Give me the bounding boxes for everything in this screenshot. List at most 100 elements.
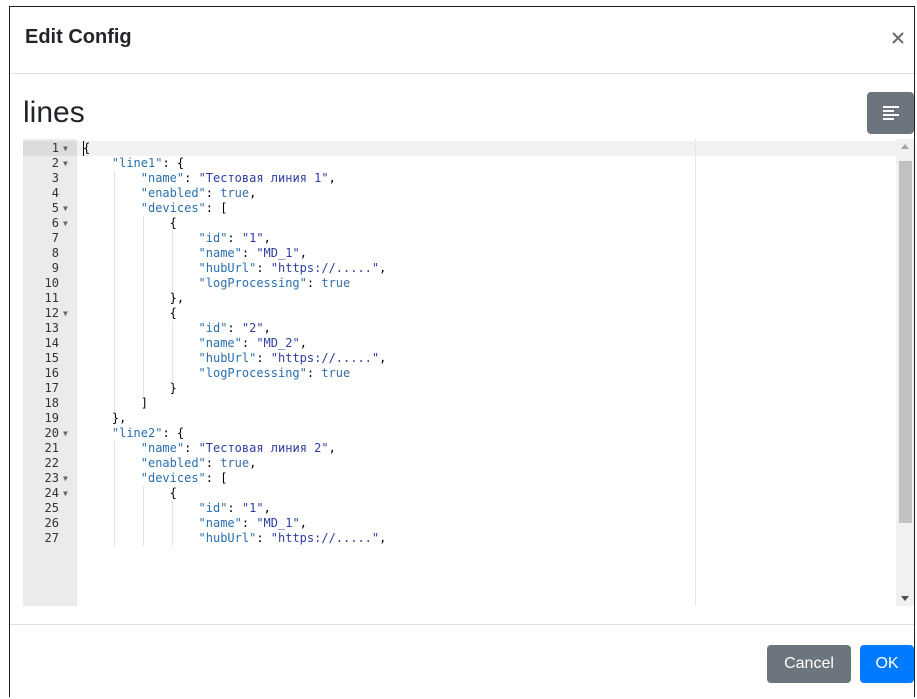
json-punctuation: { [169, 486, 177, 500]
json-boolean: true [321, 276, 351, 290]
json-punctuation: , [299, 336, 307, 350]
line-number-label: 17 [44, 381, 59, 395]
indent-guide [113, 186, 115, 201]
json-punctuation: : [ [205, 471, 228, 485]
line-number: 26 [23, 516, 77, 531]
cancel-button[interactable]: Cancel [767, 645, 851, 683]
editor-scrollbar[interactable] [896, 139, 914, 606]
fold-toggle-icon[interactable]: ▼ [63, 426, 68, 441]
close-icon [892, 32, 904, 44]
json-punctuation: : [205, 186, 221, 200]
indent-guide [142, 306, 144, 321]
json-code-editor[interactable]: 1 ▼{2 ▼ "line1": {3 "name": "Тестовая линия … [23, 139, 914, 606]
close-button[interactable] [886, 23, 910, 53]
indent-guide [142, 291, 144, 306]
code-line: "name": "MD_1", [199, 516, 307, 531]
indent-guide [113, 321, 115, 336]
line-number-label: 9 [51, 261, 59, 275]
indent-guide [113, 441, 115, 456]
line-number-label: 18 [44, 396, 59, 410]
json-string: "1" [241, 231, 264, 245]
json-key: "devices" [140, 471, 206, 485]
json-string: "Тестовая линия 2" [198, 441, 329, 455]
code-line: "name": "MD_1", [199, 246, 307, 261]
print-margin [695, 139, 696, 606]
line-number: 24 ▼ [23, 486, 77, 501]
indent-guide [171, 531, 173, 546]
align-left-icon [882, 106, 899, 120]
scroll-up-icon[interactable] [901, 144, 909, 149]
line-number: 10 [23, 276, 77, 291]
json-string: "MD_1" [256, 246, 300, 260]
indent-guide [142, 366, 144, 381]
scroll-down-icon[interactable] [901, 596, 909, 601]
json-key: "enabled" [140, 456, 206, 470]
line-number: 12 ▼ [23, 306, 77, 321]
indent-guide [171, 516, 173, 531]
line-number: 1 ▼ [23, 141, 77, 156]
line-number-label: 8 [51, 246, 59, 260]
fold-toggle-icon[interactable]: ▼ [63, 216, 68, 231]
indent-guide [142, 246, 144, 261]
json-punctuation: , [299, 516, 307, 530]
code-line: "line2": { [112, 426, 184, 441]
json-punctuation: : [241, 246, 257, 260]
fold-toggle-icon[interactable]: ▼ [63, 486, 68, 501]
json-punctuation: : { [162, 426, 185, 440]
indent-guide [113, 306, 115, 321]
fold-toggle-icon[interactable]: ▼ [63, 156, 68, 171]
indent-guide [142, 276, 144, 291]
json-string: "https://....." [270, 531, 380, 545]
indent-guide [113, 261, 115, 276]
line-number: 27 [23, 531, 77, 546]
json-punctuation: : [ [205, 201, 228, 215]
json-punctuation: : [241, 336, 257, 350]
line-number: 6 ▼ [23, 216, 77, 231]
json-punctuation: , [379, 531, 387, 545]
section-title: lines [23, 96, 85, 129]
line-number: 15 [23, 351, 77, 366]
json-punctuation: : [184, 441, 199, 455]
fold-toggle-icon[interactable]: ▼ [63, 201, 68, 216]
json-key: "line1" [111, 156, 163, 170]
indent-guide [113, 381, 115, 396]
json-punctuation: : [306, 366, 322, 380]
line-number-label: 5 [51, 201, 59, 215]
indent-guide [171, 336, 173, 351]
line-number-label: 25 [44, 501, 59, 515]
json-punctuation: : [205, 456, 221, 470]
indent-guide [171, 246, 173, 261]
code-line: "logProcessing": true [199, 366, 351, 381]
ok-button[interactable]: OK [860, 645, 914, 683]
scrollbar-thumb[interactable] [899, 161, 912, 523]
indent-guide [113, 216, 115, 231]
json-punctuation: , [263, 501, 271, 515]
code-line: "id": "1", [199, 501, 271, 516]
line-number-label: 21 [44, 441, 59, 455]
fold-toggle-icon[interactable]: ▼ [63, 471, 68, 486]
json-punctuation: : [306, 276, 322, 290]
line-number: 9 [23, 261, 77, 276]
json-punctuation: { [169, 306, 177, 320]
indent-guide [113, 201, 115, 216]
code-line: }, [170, 291, 184, 306]
line-number: 25 [23, 501, 77, 516]
json-punctuation: , [263, 231, 271, 245]
json-punctuation: : [184, 171, 199, 185]
json-key: "name" [140, 171, 185, 185]
code-line: { [170, 216, 177, 231]
code-line: "logProcessing": true [199, 276, 351, 291]
code-line: { [170, 306, 177, 321]
line-number: 18 [23, 396, 77, 411]
line-number-label: 10 [44, 276, 59, 290]
format-json-button[interactable] [867, 92, 914, 134]
indent-guide [142, 501, 144, 516]
json-key: "id" [198, 231, 228, 245]
json-key: "hubUrl" [198, 351, 257, 365]
fold-toggle-icon[interactable]: ▼ [63, 141, 68, 156]
line-number: 11 [23, 291, 77, 306]
json-punctuation: , [263, 321, 271, 335]
code-line: } [170, 381, 177, 396]
json-punctuation: { [169, 216, 177, 230]
fold-toggle-icon[interactable]: ▼ [63, 306, 68, 321]
